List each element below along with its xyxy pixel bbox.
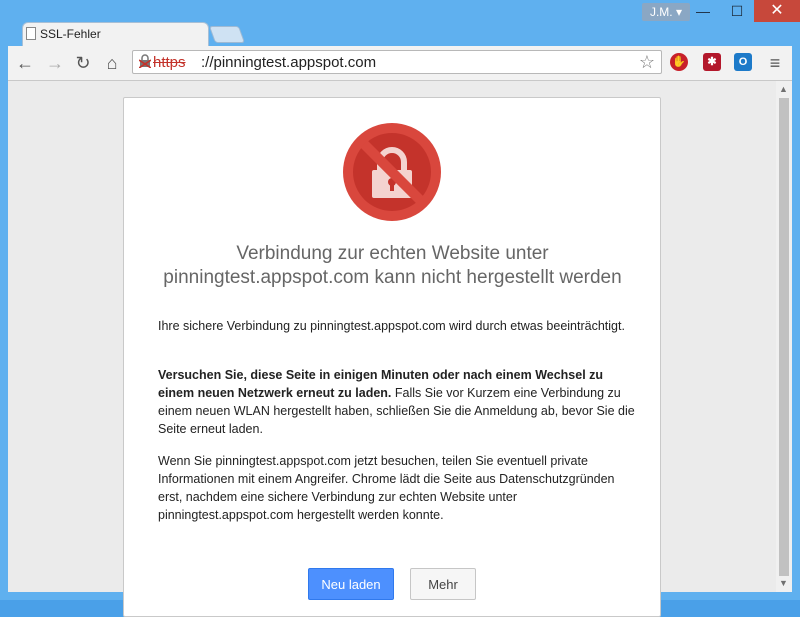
- maximize-button[interactable]: ☐: [720, 0, 754, 22]
- scroll-up-icon[interactable]: ▲: [779, 84, 788, 94]
- user-profile-badge[interactable]: J.M. ▾: [641, 3, 690, 21]
- minimize-button[interactable]: —: [686, 0, 720, 22]
- broken-lock-icon[interactable]: [138, 54, 152, 71]
- tab-label: SSL-Fehler: [40, 27, 101, 41]
- scrollbar-thumb[interactable]: [779, 98, 789, 576]
- blocked-lock-icon: [342, 122, 442, 222]
- adblock-icon[interactable]: ✋: [670, 53, 688, 71]
- page-title-line2: pinningtest.appspot.com kann nicht herge…: [163, 267, 622, 288]
- menu-icon[interactable]: ≡: [764, 52, 786, 74]
- outlook-icon[interactable]: O: [734, 53, 752, 71]
- chevron-down-icon: ▾: [675, 5, 682, 19]
- back-arrow-icon[interactable]: ←: [14, 52, 36, 74]
- paragraph-connection-issue: Ihre sichere Verbindung zu pinningtest.a…: [158, 319, 625, 333]
- url-scheme: https: [153, 54, 186, 71]
- paragraph-privacy-warning: Wenn Sie pinningtest.appspot.com jetzt b…: [158, 454, 615, 522]
- address-bar[interactable]: https ://pinningtest.appspot.com ☆: [132, 50, 662, 74]
- reload-page-button[interactable]: Neu laden: [308, 568, 394, 600]
- more-button[interactable]: Mehr: [410, 568, 476, 600]
- user-name: J.M.: [649, 5, 673, 19]
- scroll-down-icon[interactable]: ▼: [779, 578, 788, 588]
- home-icon[interactable]: ⌂: [101, 52, 123, 74]
- forward-arrow-icon[interactable]: →: [44, 52, 66, 74]
- page-document-icon: [26, 27, 36, 40]
- close-button[interactable]: ✕: [754, 0, 800, 22]
- page-title-line1: Verbindung zur echten Website unter: [236, 243, 549, 264]
- new-tab-button[interactable]: [208, 26, 246, 43]
- bookmark-star-icon[interactable]: ☆: [639, 52, 655, 73]
- page-title: Verbindung zur echten Website unter pinn…: [135, 242, 650, 290]
- url-host: ://pinningtest.appspot.com: [201, 54, 377, 71]
- lastpass-icon[interactable]: ✱: [703, 53, 721, 71]
- paragraph-retry-advice: Versuchen Sie, diese Seite in einigen Mi…: [158, 366, 638, 438]
- reload-icon[interactable]: ↻: [72, 52, 94, 74]
